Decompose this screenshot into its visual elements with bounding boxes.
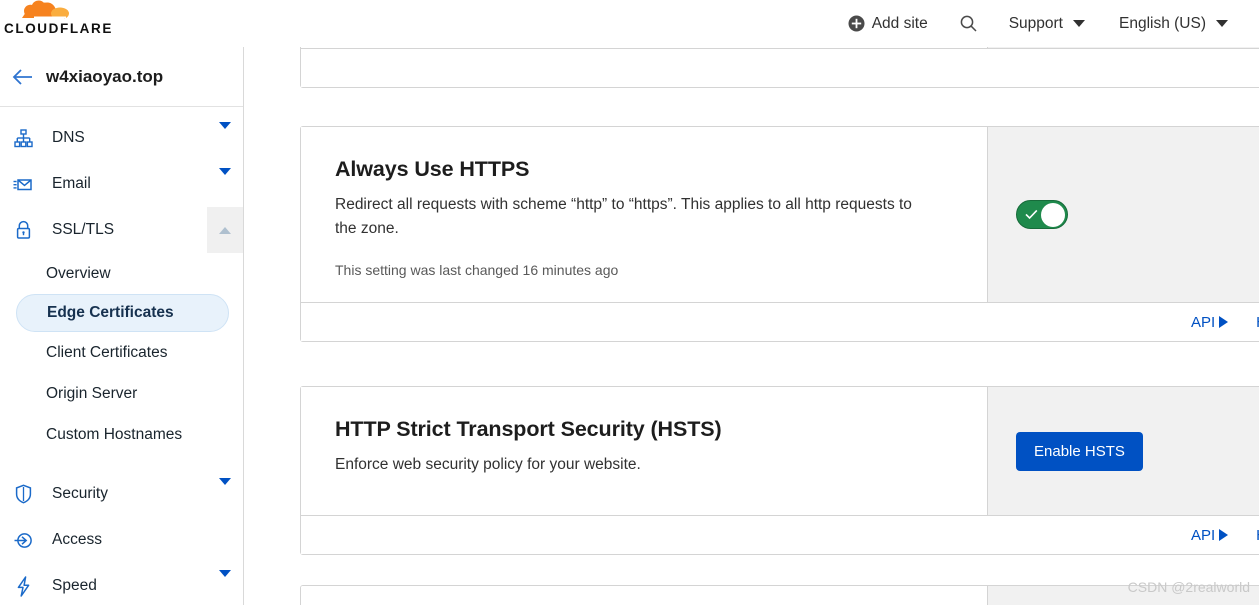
card-body — [301, 586, 1259, 605]
card-footer: API — [301, 48, 1259, 87]
shield-icon — [8, 484, 38, 504]
lightning-bolt-icon — [8, 576, 38, 597]
settings-card — [300, 585, 1259, 605]
sidebar-item-label: SSL/TLS — [52, 221, 114, 239]
card-left-pane: Always Use HTTPS Redirect all requests w… — [301, 127, 987, 302]
sidebar-subitem-custom-hostnames[interactable]: Custom Hostnames — [0, 414, 243, 455]
chevron-down-icon[interactable] — [219, 577, 231, 595]
triangle-right-icon — [1219, 529, 1228, 541]
language-menu[interactable]: English (US) — [1102, 0, 1245, 47]
sidebar-subitem-edge-certificates[interactable]: Edge Certificates — [16, 294, 229, 332]
language-label: English (US) — [1119, 15, 1206, 33]
checkmark-icon — [1025, 209, 1038, 220]
support-label: Support — [1009, 15, 1063, 33]
chevron-up-icon[interactable] — [207, 207, 243, 253]
enable-hsts-button[interactable]: Enable HSTS — [1016, 432, 1143, 471]
card-right-pane: Enable HSTS — [987, 387, 1259, 515]
card-left-pane — [301, 586, 987, 605]
sidebar-subitem-label: Custom Hostnames — [46, 426, 182, 444]
search-icon — [959, 14, 978, 33]
add-site-label: Add site — [872, 15, 928, 33]
access-arrow-icon — [8, 531, 38, 550]
sidebar-item-label: Email — [52, 175, 91, 193]
chevron-down-icon[interactable] — [219, 129, 231, 147]
sidebar-item-speed[interactable]: Speed — [0, 563, 243, 605]
email-envelope-icon — [8, 175, 38, 194]
chevron-down-icon[interactable] — [219, 485, 231, 503]
card-title: Always Use HTTPS — [335, 157, 953, 182]
card-description: Redirect all requests with scheme “http”… — [335, 193, 915, 241]
card-right-pane — [987, 127, 1259, 302]
sidebar-subitem-origin-server[interactable]: Origin Server — [0, 373, 243, 414]
sidebar-nav: DNS Email — [0, 107, 243, 605]
sidebar-subitem-label: Overview — [46, 265, 111, 283]
card-title: HTTP Strict Transport Security (HSTS) — [335, 417, 953, 442]
plus-circle-icon — [848, 15, 865, 32]
sidebar-subitem-overview[interactable]: Overview — [0, 253, 243, 294]
cloudflare-logo[interactable]: CLOUDFLARE — [4, 0, 116, 38]
api-link[interactable]: API — [1191, 314, 1228, 331]
sidebar-item-dns[interactable]: DNS — [0, 115, 243, 161]
card-left-pane: HTTP Strict Transport Security (HSTS) En… — [301, 387, 987, 515]
sidebar-subitem-label: Origin Server — [46, 385, 137, 403]
lock-icon — [8, 220, 38, 240]
api-link-label: API — [1191, 527, 1215, 544]
sidebar-item-security[interactable]: Security — [0, 471, 243, 517]
search-button[interactable] — [945, 0, 992, 47]
top-navigation-bar: CLOUDFLARE Add site Support — [0, 0, 1259, 47]
main-content: API Always Use HTTPS Redirect all reques… — [244, 47, 1259, 605]
always-use-https-card: Always Use HTTPS Redirect all requests w… — [300, 126, 1259, 342]
chevron-down-icon — [1073, 20, 1085, 27]
sidebar-subitem-label: Client Certificates — [46, 344, 167, 362]
top-bar-actions: Add site Support English (US) — [831, 0, 1245, 47]
card-footer: API Help — [301, 302, 1259, 341]
svg-text:CLOUDFLARE: CLOUDFLARE — [4, 21, 113, 36]
dns-hierarchy-icon — [8, 129, 38, 148]
card-left-pane — [301, 47, 987, 48]
sidebar-item-label: Access — [52, 531, 102, 549]
card-right-pane — [987, 586, 1259, 605]
sidebar-item-label: Speed — [52, 577, 97, 595]
card-right-pane — [987, 47, 1259, 48]
card-last-changed: This setting was last changed 16 minutes… — [335, 262, 953, 278]
sidebar: w4xiaoyao.top — [0, 47, 244, 605]
chevron-down-icon[interactable] — [219, 175, 231, 193]
zone-header: w4xiaoyao.top — [0, 47, 243, 107]
card-body: Always Use HTTPS Redirect all requests w… — [301, 127, 1259, 302]
toggle-knob — [1041, 203, 1065, 227]
sidebar-subitem-client-certificates[interactable]: Client Certificates — [0, 332, 243, 373]
settings-card: API — [300, 47, 1259, 88]
chevron-down-icon — [1216, 20, 1228, 27]
back-button[interactable] — [6, 60, 40, 94]
sidebar-item-label: Security — [52, 485, 108, 503]
triangle-right-icon — [1219, 316, 1228, 328]
cloudflare-dashboard: CLOUDFLARE Add site Support — [0, 0, 1259, 605]
add-site-button[interactable]: Add site — [831, 0, 945, 47]
sidebar-item-access[interactable]: Access — [0, 517, 243, 563]
sidebar-item-email[interactable]: Email — [0, 161, 243, 207]
support-menu[interactable]: Support — [992, 0, 1102, 47]
sidebar-item-label: DNS — [52, 129, 85, 147]
sidebar-divider-space — [0, 455, 243, 471]
sidebar-item-ssl-tls[interactable]: SSL/TLS — [0, 207, 243, 253]
hsts-card: HTTP Strict Transport Security (HSTS) En… — [300, 386, 1259, 555]
cloudflare-cloud-logo: CLOUDFLARE — [4, 0, 116, 38]
api-link[interactable]: API — [1191, 527, 1228, 544]
sidebar-subitem-label: Edge Certificates — [47, 304, 174, 322]
always-use-https-toggle[interactable] — [1016, 200, 1068, 229]
card-body — [301, 47, 1259, 48]
card-footer: API Help — [301, 515, 1259, 554]
card-description: Enforce web security policy for your web… — [335, 453, 915, 477]
api-link-label: API — [1191, 314, 1215, 331]
zone-name: w4xiaoyao.top — [46, 67, 163, 87]
card-body: HTTP Strict Transport Security (HSTS) En… — [301, 387, 1259, 515]
arrow-left-icon — [12, 68, 34, 86]
